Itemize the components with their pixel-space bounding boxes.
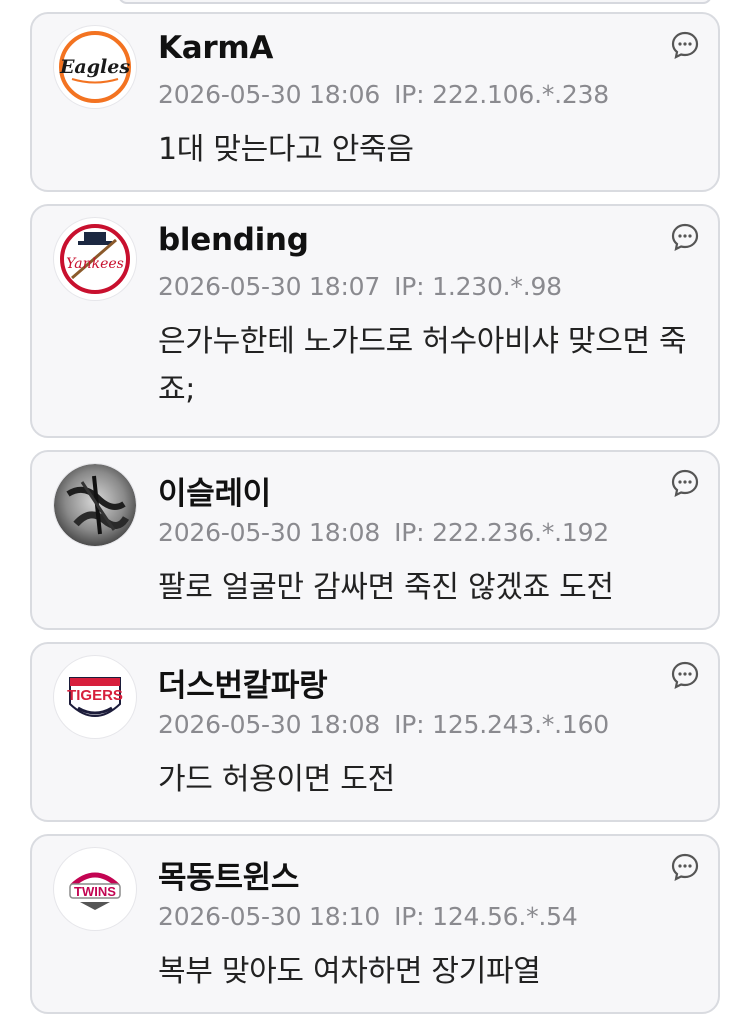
comment-meta: 2026-05-30 18:10 IP: 124.56.*.54: [158, 902, 578, 931]
svg-text:Yankees: Yankees: [66, 256, 124, 272]
comment-text: 가드 허용이면 도전: [158, 762, 395, 797]
comment-date: 2026-05-30 18:08: [158, 710, 381, 739]
comment-ip: IP: 222.236.*.192: [394, 518, 610, 547]
reply-bubble-icon[interactable]: [670, 222, 700, 252]
comment-card: TWINS 목동트윈스 2026-05-30 18:10 IP: 124.56.*…: [30, 834, 720, 1014]
comment-author[interactable]: 목동트윈스: [158, 852, 299, 897]
comment-author[interactable]: KarmA: [158, 30, 273, 66]
yankees-logo-icon[interactable]: Yankees: [54, 218, 136, 300]
comment-meta: 2026-05-30 18:07 IP: 1.230.*.98: [158, 272, 562, 301]
comment-date: 2026-05-30 18:08: [158, 518, 381, 547]
comment-author[interactable]: 더스번칼파랑: [158, 660, 328, 705]
comment-card: Eagles KarmA 2026-05-30 18:06 IP: 222.106…: [30, 12, 720, 192]
comment-author[interactable]: 이슬레이: [158, 468, 271, 513]
reply-bubble-icon[interactable]: [670, 30, 700, 60]
comment-text: 1대 맞는다고 안죽음: [158, 132, 414, 167]
comment-card: 이슬레이 2026-05-30 18:08 IP: 222.236.*.192 팔…: [30, 450, 720, 630]
svg-text:TIGERS: TIGERS: [67, 687, 123, 704]
comment-author[interactable]: blending: [158, 222, 309, 258]
comment-text: 팔로 얼굴만 감싸면 죽진 않겠죠 도전: [158, 570, 614, 605]
eagles-logo-icon[interactable]: Eagles: [54, 26, 136, 108]
comment-meta: 2026-05-30 18:08 IP: 125.243.*.160: [158, 710, 609, 739]
reply-bubble-icon[interactable]: [670, 660, 700, 690]
twins-logo-icon[interactable]: TWINS: [54, 848, 136, 930]
reply-bubble-icon[interactable]: [670, 468, 700, 498]
comment-date: 2026-05-30 18:06: [158, 80, 381, 109]
comment-text: 복부 맞아도 여차하면 장기파열: [158, 954, 541, 989]
comment-card: Yankees blending 2026-05-30 18:07 IP: 1.2…: [30, 204, 720, 438]
svg-text:TWINS: TWINS: [74, 884, 116, 899]
comment-ip: IP: 1.230.*.98: [394, 272, 562, 301]
comment-ip: IP: 124.56.*.54: [394, 902, 578, 931]
comment-ip: IP: 222.106.*.238: [394, 80, 610, 109]
reply-bubble-icon[interactable]: [670, 852, 700, 882]
previous-comment-card-edge: [118, 0, 712, 4]
comment-date: 2026-05-30 18:10: [158, 902, 381, 931]
comment-text: 은가누한테 노가드로 허수아비샤 맞으면 죽죠;: [158, 324, 687, 407]
tigers-logo-icon[interactable]: TIGERS: [54, 656, 136, 738]
svg-text:Eagles: Eagles: [59, 56, 130, 78]
comment-ip: IP: 125.243.*.160: [394, 710, 610, 739]
photo-avatar-icon[interactable]: [54, 464, 136, 546]
comment-list: Eagles KarmA 2026-05-30 18:06 IP: 222.106…: [0, 0, 750, 1024]
comment-meta: 2026-05-30 18:08 IP: 222.236.*.192: [158, 518, 609, 547]
comment-card: TIGERS 더스번칼파랑 2026-05-30 18:08 IP: 125.24…: [30, 642, 720, 822]
comment-meta: 2026-05-30 18:06 IP: 222.106.*.238: [158, 80, 609, 109]
comment-date: 2026-05-30 18:07: [158, 272, 381, 301]
